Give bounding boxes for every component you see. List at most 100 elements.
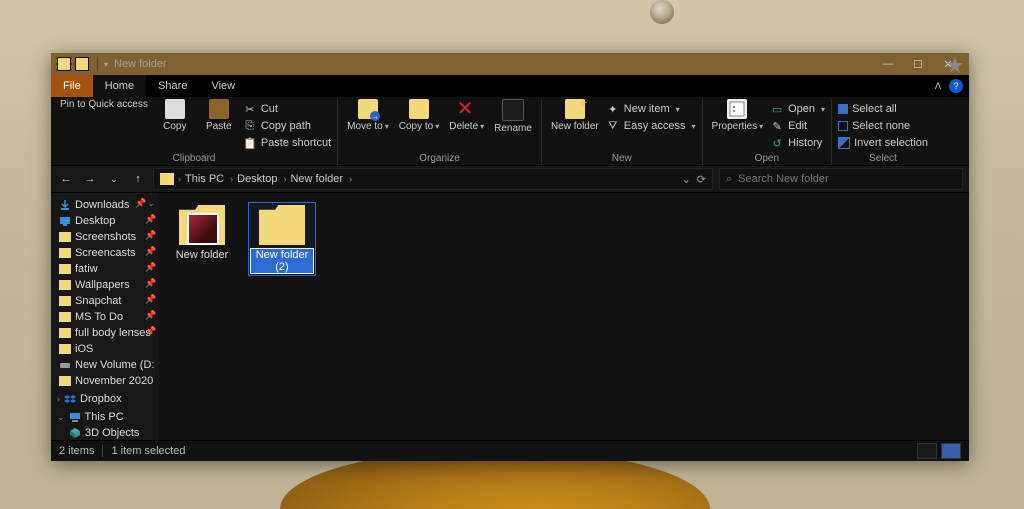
sidebar-item-fatiw[interactable]: fatiw📌 (51, 261, 159, 277)
sidebar-item-screenshots[interactable]: Screenshots📌 (51, 229, 159, 245)
paste-shortcut-icon: 📋 (243, 136, 257, 150)
sidebar-section-thispc[interactable]: ⌄This PC (51, 407, 159, 425)
pin-quick-access-button[interactable]: Pin to Quick access (57, 99, 151, 110)
breadcrumb-this-pc[interactable]: This PC› (185, 173, 235, 185)
paste-icon (209, 99, 229, 119)
desktop-icon (59, 215, 71, 227)
tab-view[interactable]: View (199, 75, 247, 97)
tab-home[interactable]: Home (93, 75, 146, 97)
copy-button[interactable]: Copy (155, 99, 195, 132)
nav-up-button[interactable]: ↑ (129, 170, 147, 188)
nav-back-button[interactable]: ← (57, 170, 75, 188)
sidebar-item-november-2020[interactable]: November 2020 (51, 373, 159, 389)
folder-icon (59, 375, 71, 387)
history-button[interactable]: ↺History (770, 135, 825, 151)
new-item-icon: ✦ (606, 102, 620, 116)
ribbon-group-clipboard: Pin to Quick access Copy Paste ✂Cut ⎘Cop… (51, 99, 338, 165)
new-item-button[interactable]: ✦New item▾ (606, 101, 696, 117)
window-title: New folder (114, 58, 167, 70)
select-all-button[interactable]: Select all (838, 101, 928, 117)
address-dropdown-icon[interactable]: ⌄ (682, 173, 691, 186)
sidebar-item-ios[interactable]: iOS (51, 341, 159, 357)
sidebar-item-screencasts[interactable]: Screencasts📌 (51, 245, 159, 261)
file-item-new-folder[interactable]: New folder (171, 205, 233, 261)
sidebar-item-ms-to-do[interactable]: MS To Do📌 (51, 309, 159, 325)
folder-icon (59, 263, 71, 275)
invert-selection-button[interactable]: Invert selection (838, 135, 928, 151)
details-view-button[interactable] (917, 443, 937, 459)
folder-icon (59, 343, 71, 355)
edit-button[interactable]: ✎Edit (770, 118, 825, 134)
move-to-button[interactable]: → Move to▾ (344, 99, 392, 132)
pc-icon (69, 411, 81, 423)
group-label-organize: Organize (344, 153, 535, 165)
sidebar-item-new-volume-d-[interactable]: New Volume (D:) (51, 357, 159, 373)
ribbon-group-select: Select all Select none Invert selection … (832, 99, 934, 165)
dropbox-icon (64, 393, 76, 405)
cut-button[interactable]: ✂Cut (243, 101, 331, 117)
sidebar-item-wallpapers[interactable]: Wallpapers📌 (51, 277, 159, 293)
file-name-label[interactable]: New folder (2) (251, 249, 313, 273)
ribbon: Pin to Quick access Copy Paste ✂Cut ⎘Cop… (51, 97, 969, 166)
ribbon-group-new: ✦ New folder ✦New item▾ ⛛Easy access▾ Ne… (542, 99, 703, 165)
address-refresh-icon[interactable]: ⟳ (697, 173, 706, 186)
new-folder-icon: ✦ (565, 99, 585, 119)
minimize-button[interactable]: ― (873, 53, 903, 75)
maximize-button[interactable]: ☐ (903, 53, 933, 75)
cut-icon: ✂ (243, 102, 257, 116)
cube-icon (69, 427, 81, 439)
folder-icon (59, 231, 71, 243)
sidebar-section-dropbox[interactable]: ›Dropbox (51, 389, 159, 407)
select-none-button[interactable]: Select none (838, 118, 928, 134)
copy-to-button[interactable]: Copy to▾ (396, 99, 442, 132)
easy-access-icon: ⛛ (606, 119, 620, 133)
file-name-label: New folder (176, 249, 229, 261)
paste-shortcut-button[interactable]: 📋Paste shortcut (243, 135, 331, 151)
breadcrumb-desktop[interactable]: Desktop› (237, 173, 288, 185)
copy-path-button[interactable]: ⎘Copy path (243, 118, 331, 134)
file-item-new-folder-2-[interactable]: New folder (2) (249, 203, 315, 275)
breadcrumb-folder-icon (160, 173, 174, 185)
delete-button[interactable]: ✕ Delete▾ (446, 99, 487, 132)
nav-recent-dropdown[interactable]: ⌄ (105, 170, 123, 188)
search-placeholder: Search New folder (738, 173, 829, 185)
open-button[interactable]: ▭Open▾ (770, 101, 825, 117)
tab-file[interactable]: File (51, 75, 93, 97)
select-none-icon (838, 121, 848, 131)
ribbon-collapse-icon[interactable]: ᐱ (935, 81, 941, 92)
folder-icon (259, 205, 305, 245)
breadcrumb-new-folder[interactable]: New folder› (290, 173, 354, 185)
ribbon-group-organize: → Move to▾ Copy to▾ ✕ Delete▾ Rename Org… (338, 99, 542, 165)
copy-icon (165, 99, 185, 119)
group-label-new: New (548, 153, 696, 165)
title-bar[interactable]: ▾ New folder ― ☐ ✕ (51, 53, 969, 75)
breadcrumb-bar[interactable]: › This PC› Desktop› New folder› ⌄ ⟳ (153, 168, 713, 190)
select-all-icon (838, 104, 848, 114)
easy-access-button[interactable]: ⛛Easy access▾ (606, 118, 696, 134)
titlebar-overflow-icon[interactable]: ▾ (104, 60, 108, 69)
new-folder-button[interactable]: ✦ New folder (548, 99, 602, 132)
sidebar-item-snapchat[interactable]: Snapchat📌 (51, 293, 159, 309)
sidebar-item-desktop[interactable]: Desktop📌 (51, 213, 159, 229)
paste-button[interactable]: Paste (199, 99, 239, 132)
titlebar-folder-icon-2 (75, 57, 89, 71)
folder-icon (179, 205, 225, 245)
navigation-pane[interactable]: Downloads📌⌄Desktop📌Screenshots📌Screencas… (51, 193, 159, 440)
folder-icon (59, 295, 71, 307)
status-selection-count: 1 item selected (111, 445, 185, 457)
search-box[interactable]: ⌕ Search New folder (719, 168, 963, 190)
nav-forward-button[interactable]: → (81, 170, 99, 188)
copy-to-icon (409, 99, 429, 119)
sidebar-item-downloads[interactable]: Downloads📌⌄ (51, 197, 159, 213)
group-label-select: Select (838, 153, 928, 165)
help-button[interactable]: ? (949, 79, 963, 93)
content-area[interactable]: New folder New folder (2) (159, 193, 969, 440)
properties-button[interactable]: Properties▾ (709, 99, 767, 132)
sidebar-item-full-body-lenses[interactable]: full body lenses📌 (51, 325, 159, 341)
folder-icon (59, 279, 71, 291)
tab-share[interactable]: Share (146, 75, 199, 97)
ribbon-group-open: Properties▾ ▭Open▾ ✎Edit ↺History Open (703, 99, 833, 165)
rename-button[interactable]: Rename (491, 99, 535, 134)
sidebar-item-3d-objects[interactable]: 3D Objects (51, 425, 159, 440)
icons-view-button[interactable] (941, 443, 961, 459)
